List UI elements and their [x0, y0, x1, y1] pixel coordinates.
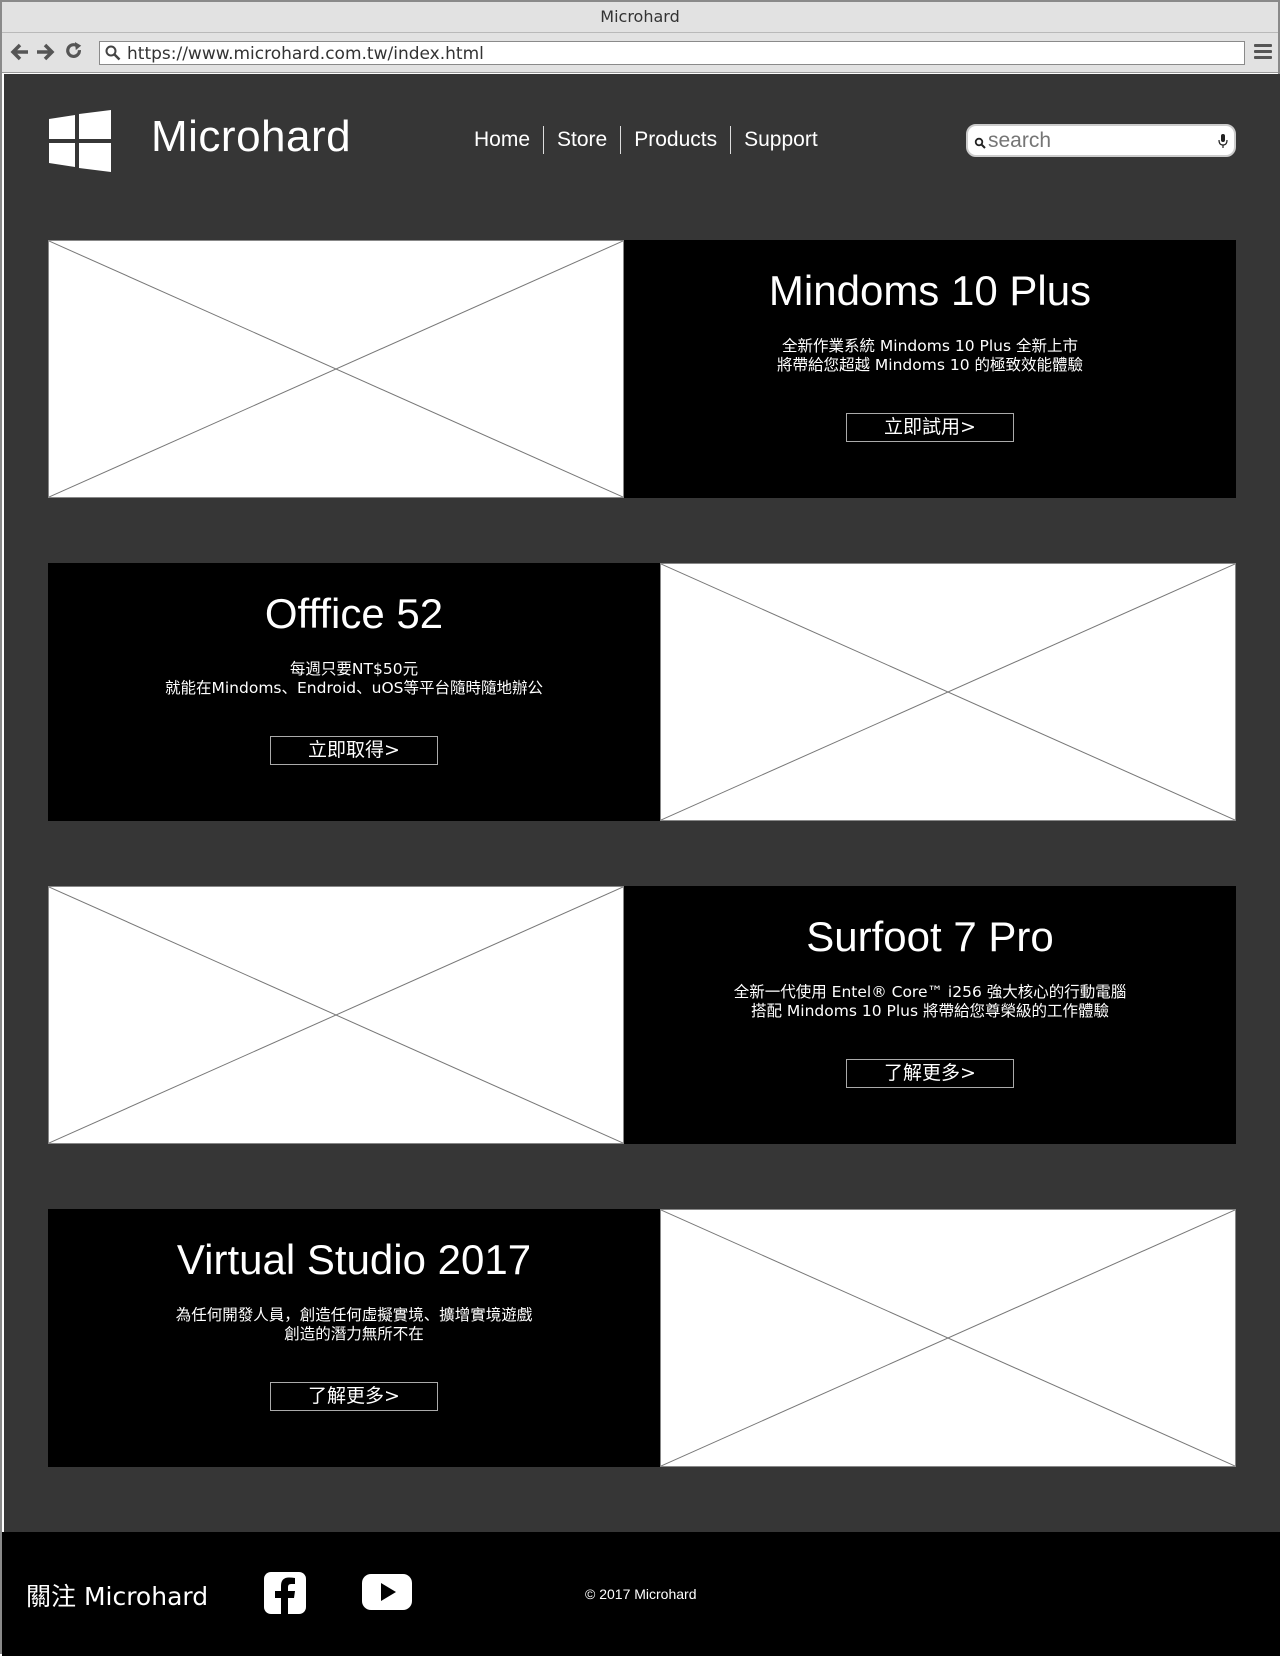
- promo-desc-line: 全新一代使用 Entel® Core™ i256 強大核心的行動電腦: [733, 983, 1127, 1001]
- footer: 關注 Microhard © 2017 Microhard: [2, 1532, 1280, 1656]
- copyright: © 2017 Microhard: [585, 1586, 697, 1602]
- promo-virtual-studio: Virtual Studio 2017 為任何開發人員，創造任何虛擬實境、擴增實…: [48, 1209, 1236, 1467]
- facebook-icon[interactable]: [264, 1572, 306, 1618]
- image-placeholder: [48, 240, 624, 498]
- main-nav: Home Store Products Support: [464, 126, 831, 154]
- search-input[interactable]: [988, 128, 1208, 154]
- try-now-button[interactable]: 立即試用>: [846, 413, 1014, 442]
- promo-desc-line: 將帶給您超越 Mindoms 10 的極致效能體驗: [776, 356, 1083, 374]
- nav-store[interactable]: Store: [543, 126, 620, 154]
- page-content: Microhard Home Store Products Support Mi…: [4, 74, 1280, 1532]
- reload-icon[interactable]: [64, 42, 84, 62]
- nav-products[interactable]: Products: [620, 126, 730, 154]
- youtube-icon[interactable]: [362, 1574, 412, 1614]
- back-arrow-icon[interactable]: [10, 42, 30, 62]
- promo-title: Surfoot 7 Pro: [806, 913, 1054, 960]
- promo-surfoot: Surfoot 7 Pro 全新一代使用 Entel® Core™ i256 強…: [48, 886, 1236, 1144]
- follow-label: 關注 Microhard: [26, 1582, 209, 1611]
- get-now-button[interactable]: 立即取得>: [270, 736, 438, 765]
- promo-text: Surfoot 7 Pro 全新一代使用 Entel® Core™ i256 強…: [624, 886, 1236, 1144]
- promo-description: 每週只要NT$50元 就能在Mindoms、Endroid、uOS等平台隨時隨地…: [48, 660, 660, 698]
- promo-text: Virtual Studio 2017 為任何開發人員，創造任何虛擬實境、擴增實…: [48, 1209, 660, 1467]
- promo-text: Mindoms 10 Plus 全新作業系統 Mindoms 10 Plus 全…: [624, 240, 1236, 498]
- nav-home[interactable]: Home: [464, 126, 543, 154]
- browser-toolbar: https://www.microhard.com.tw/index.html: [2, 33, 1278, 73]
- windows-logo-icon[interactable]: [49, 110, 111, 172]
- image-placeholder: [660, 1209, 1236, 1467]
- search-box: [966, 124, 1236, 157]
- promo-desc-line: 創造的潛力無所不在: [284, 1325, 424, 1343]
- search-icon: [974, 134, 986, 153]
- microphone-icon[interactable]: [1218, 133, 1228, 153]
- search-icon: [105, 45, 121, 65]
- promo-mindoms: Mindoms 10 Plus 全新作業系統 Mindoms 10 Plus 全…: [48, 240, 1236, 498]
- learn-more-button[interactable]: 了解更多>: [846, 1059, 1014, 1088]
- promo-desc-line: 每週只要NT$50元: [289, 660, 419, 678]
- promo-desc-line: 搭配 Mindoms 10 Plus 將帶給您尊榮級的工作體驗: [751, 1002, 1109, 1020]
- browser-window: Microhard https://www.microhard.com.tw/i…: [0, 0, 1280, 1656]
- promo-description: 全新作業系統 Mindoms 10 Plus 全新上市 將帶給您超越 Mindo…: [624, 337, 1236, 375]
- promo-desc-line: 就能在Mindoms、Endroid、uOS等平台隨時隨地辦公: [165, 679, 543, 697]
- forward-arrow-icon[interactable]: [35, 42, 55, 62]
- learn-more-button[interactable]: 了解更多>: [270, 1382, 438, 1411]
- brand-name[interactable]: Microhard: [151, 112, 351, 162]
- promo-office: Offfice 52 每週只要NT$50元 就能在Mindoms、Endroid…: [48, 563, 1236, 821]
- url-text: https://www.microhard.com.tw/index.html: [127, 44, 484, 64]
- nav-support[interactable]: Support: [730, 126, 831, 154]
- hamburger-menu-icon[interactable]: [1254, 44, 1272, 60]
- promo-desc-line: 全新作業系統 Mindoms 10 Plus 全新上市: [782, 337, 1078, 355]
- promo-title: Offfice 52: [264, 590, 444, 637]
- image-placeholder: [48, 886, 624, 1144]
- window-title: Microhard: [2, 2, 1278, 33]
- address-bar[interactable]: https://www.microhard.com.tw/index.html: [99, 41, 1245, 65]
- image-placeholder: [660, 563, 1236, 821]
- promo-desc-line: 為任何開發人員，創造任何虛擬實境、擴增實境遊戲: [175, 1306, 533, 1324]
- promo-title: Mindoms 10 Plus: [768, 267, 1092, 314]
- promo-description: 全新一代使用 Entel® Core™ i256 強大核心的行動電腦 搭配 Mi…: [624, 983, 1236, 1021]
- promo-text: Offfice 52 每週只要NT$50元 就能在Mindoms、Endroid…: [48, 563, 660, 821]
- promo-title: Virtual Studio 2017: [176, 1236, 532, 1283]
- promo-description: 為任何開發人員，創造任何虛擬實境、擴增實境遊戲 創造的潛力無所不在: [48, 1306, 660, 1344]
